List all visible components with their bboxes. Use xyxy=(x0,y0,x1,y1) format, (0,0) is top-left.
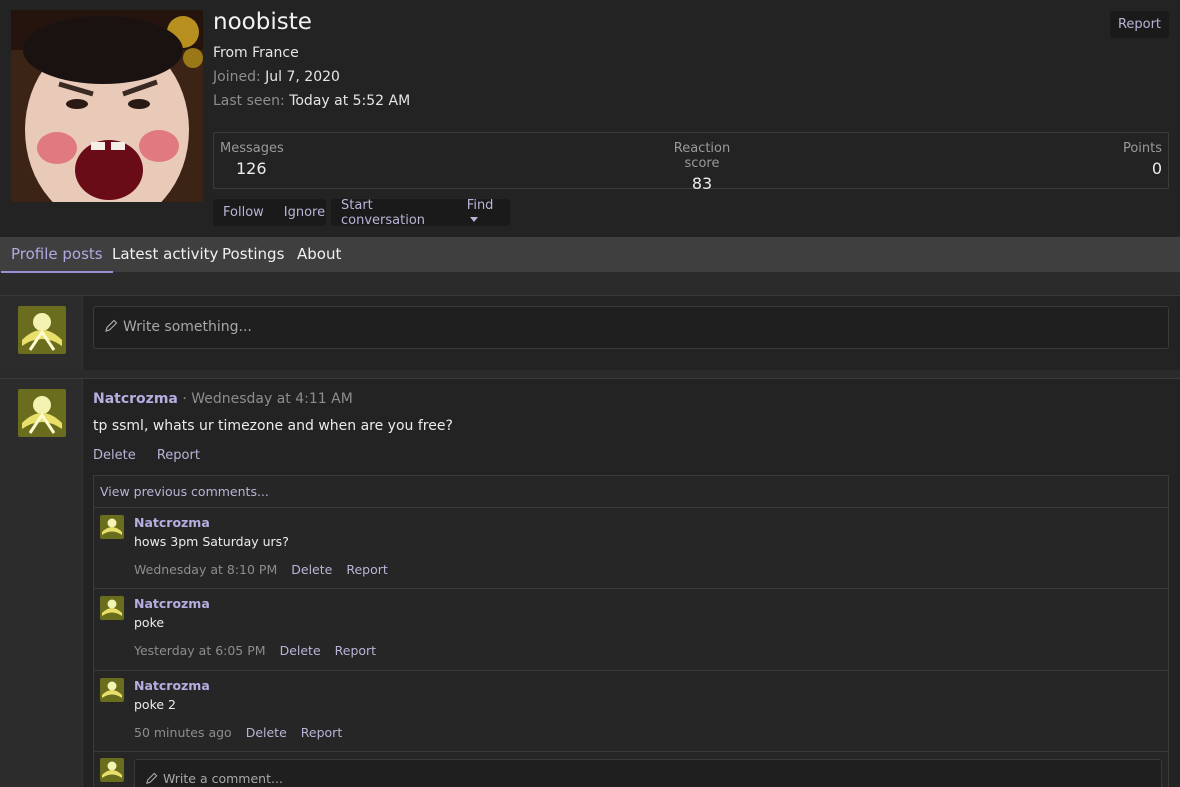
report-profile-button[interactable]: Report xyxy=(1110,11,1169,38)
tab-profile-posts[interactable]: Profile posts xyxy=(1,237,113,273)
profile-post: Natcrozma · Wednesday at 4:11 AM tp ssml… xyxy=(0,378,1180,787)
last-seen-line: Last seen: Today at 5:52 AM xyxy=(213,93,410,109)
comment-item: Natcrozma hows 3pm Saturday urs? Wednesd… xyxy=(94,507,1168,588)
last-seen-value: Today at 5:52 AM xyxy=(289,93,411,109)
post-actions: Delete Report xyxy=(93,448,217,463)
caret-down-icon xyxy=(469,216,478,222)
comment-report-link[interactable]: Report xyxy=(346,562,387,577)
comment-author-name[interactable]: Natcrozma xyxy=(134,596,210,611)
comment-report-link[interactable]: Report xyxy=(335,643,376,658)
comment-author-avatar[interactable] xyxy=(100,515,124,539)
comment-item: Natcrozma poke 2 50 minutes ago Delete Rep… xyxy=(94,670,1168,751)
profile-username: noobiste xyxy=(213,9,312,35)
section-separator xyxy=(0,370,1180,378)
comment-time[interactable]: Wednesday at 8:10 PM xyxy=(134,562,277,577)
post-header: Natcrozma · Wednesday at 4:11 AM xyxy=(93,391,353,407)
profile-stats: Messages 126 Reaction score 83 Points 0 xyxy=(213,132,1169,193)
current-user-avatar[interactable] xyxy=(18,306,66,354)
conversation-find-group: Start conversation Find xyxy=(331,198,510,228)
stat-label: Messages xyxy=(220,141,284,156)
comment-meta: Wednesday at 8:10 PM Delete Report xyxy=(134,562,388,577)
stat-points[interactable]: Points 0 xyxy=(1123,141,1162,178)
stat-value: 126 xyxy=(236,159,267,178)
comment-delete-link[interactable]: Delete xyxy=(280,643,321,658)
post-author-avatar[interactable] xyxy=(18,389,66,437)
comment-author-avatar[interactable] xyxy=(100,678,124,702)
profile-tabs: Profile posts Latest activity Postings A… xyxy=(0,237,1180,273)
find-dropdown[interactable]: Find xyxy=(457,198,510,228)
profile-post-composer: Write something... xyxy=(0,295,1180,370)
comment-text: poke xyxy=(134,615,165,630)
comment-text: hows 3pm Saturday urs? xyxy=(134,534,289,549)
write-comment-input[interactable]: Write a comment... xyxy=(134,759,1162,787)
comment-author-name[interactable]: Natcrozma xyxy=(134,515,210,530)
comment-author-avatar[interactable] xyxy=(100,596,124,620)
stat-value: 0 xyxy=(1151,159,1162,178)
post-avatar-column xyxy=(0,379,83,787)
comment-meta: Yesterday at 6:05 PM Delete Report xyxy=(134,643,376,658)
comment-text: poke 2 xyxy=(134,697,176,712)
post-body: tp ssml, whats ur timezone and when are … xyxy=(93,418,453,434)
follow-ignore-group: Follow Ignore xyxy=(213,199,326,226)
section-gap xyxy=(0,273,1180,295)
profile-location: From France xyxy=(213,45,299,61)
comments-list: View previous comments... Natcrozma hows… xyxy=(93,475,1169,787)
follow-button[interactable]: Follow xyxy=(213,205,274,220)
current-user-avatar[interactable] xyxy=(100,758,124,782)
comment-delete-link[interactable]: Delete xyxy=(291,562,332,577)
comment-time[interactable]: Yesterday at 6:05 PM xyxy=(134,643,266,658)
comment-composer: Write a comment... xyxy=(94,751,1168,787)
post-timestamp[interactable]: · Wednesday at 4:11 AM xyxy=(178,391,352,407)
stat-label: Points xyxy=(1122,141,1162,156)
post-report-link[interactable]: Report xyxy=(157,448,200,463)
view-previous-comments-link[interactable]: View previous comments... xyxy=(100,484,269,499)
write-something-placeholder: Write something... xyxy=(123,319,252,335)
comment-time[interactable]: 50 minutes ago xyxy=(134,725,232,740)
joined-label: Joined: xyxy=(213,69,261,85)
joined-value: Jul 7, 2020 xyxy=(265,69,340,85)
pencil-icon xyxy=(105,319,118,332)
tab-about[interactable]: About xyxy=(287,237,351,273)
find-label: Find xyxy=(466,197,494,213)
post-delete-link[interactable]: Delete xyxy=(93,448,136,463)
comment-author-name[interactable]: Natcrozma xyxy=(134,678,210,693)
stat-reaction-score[interactable]: Reaction score 83 xyxy=(658,141,746,193)
stat-label: Reaction score xyxy=(673,141,731,171)
write-comment-placeholder: Write a comment... xyxy=(163,771,283,786)
last-seen-label: Last seen: xyxy=(213,93,285,109)
tab-latest-activity[interactable]: Latest activity xyxy=(102,237,228,273)
comment-meta: 50 minutes ago Delete Report xyxy=(134,725,342,740)
write-something-input[interactable]: Write something... xyxy=(93,306,1169,349)
profile-header: noobiste From France Joined: Jul 7, 2020… xyxy=(0,0,1180,237)
pencil-icon xyxy=(146,772,158,784)
comment-delete-link[interactable]: Delete xyxy=(246,725,287,740)
comment-item: Natcrozma poke Yesterday at 6:05 PM Delet… xyxy=(94,588,1168,670)
post-author-name[interactable]: Natcrozma xyxy=(93,391,178,407)
profile-avatar[interactable] xyxy=(11,10,203,202)
joined-line: Joined: Jul 7, 2020 xyxy=(213,69,340,85)
comment-report-link[interactable]: Report xyxy=(301,725,342,740)
stat-value: 83 xyxy=(691,174,713,193)
composer-avatar-column xyxy=(0,296,83,370)
stat-messages[interactable]: Messages 126 xyxy=(220,141,284,178)
ignore-button[interactable]: Ignore xyxy=(274,205,335,220)
start-conversation-button[interactable]: Start conversation xyxy=(331,198,457,228)
tab-postings[interactable]: Postings xyxy=(212,237,294,273)
